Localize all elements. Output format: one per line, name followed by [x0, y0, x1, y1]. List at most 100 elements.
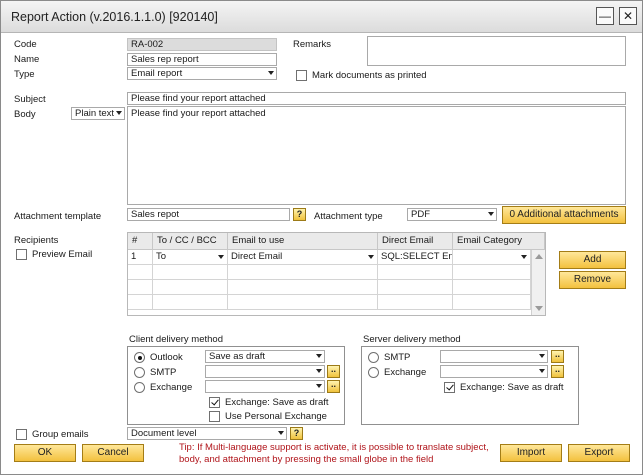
column-header-number[interactable]: #: [128, 233, 153, 250]
group-level-help-icon[interactable]: ?: [290, 427, 303, 440]
empty-cell: [453, 280, 531, 295]
attachment-template-field[interactable]: Sales repot: [127, 208, 290, 221]
subject-field[interactable]: Please find your report attached: [127, 92, 626, 105]
empty-cell: [153, 295, 228, 310]
attachment-type-dropdown[interactable]: PDF: [407, 208, 497, 221]
column-header-email-category[interactable]: Email Category: [453, 233, 545, 250]
attachment-type-value: PDF: [411, 209, 430, 220]
empty-cell: [228, 280, 378, 295]
body-label: Body: [14, 109, 36, 120]
outlook-dropdown[interactable]: Save as draft: [205, 350, 325, 363]
direct-email-cell[interactable]: SQL:SELECT En: [378, 250, 453, 265]
personal-exchange-label: Use Personal Exchange: [225, 411, 327, 422]
remarks-field[interactable]: [367, 36, 626, 66]
attachment-template-help-icon[interactable]: ?: [293, 208, 306, 221]
remove-recipient-button[interactable]: Remove: [559, 271, 626, 289]
remarks-label: Remarks: [293, 39, 332, 50]
client-smtp-dropdown[interactable]: [205, 365, 325, 378]
export-button[interactable]: Export: [568, 444, 630, 462]
preview-email-checkbox[interactable]: [16, 249, 27, 260]
attachment-type-label: Attachment type: [314, 211, 383, 222]
email-category-cell[interactable]: [453, 250, 531, 265]
chevron-down-icon: [316, 369, 322, 373]
empty-cell: [153, 280, 228, 295]
client-save-draft-label: Exchange: Save as draft: [225, 397, 329, 408]
type-value: Email report: [131, 68, 183, 79]
row-number-cell: 1: [128, 250, 153, 265]
chevron-down-icon: [488, 212, 494, 216]
chevron-down-icon: [116, 111, 122, 115]
client-smtp-radio[interactable]: [134, 367, 145, 378]
server-smtp-radio[interactable]: [368, 352, 379, 363]
outlook-value: Save as draft: [209, 351, 265, 362]
server-exchange-radio[interactable]: [368, 367, 379, 378]
ok-button[interactable]: OK: [14, 444, 76, 462]
additional-attachments-button[interactable]: 0 Additional attachments: [502, 206, 626, 224]
client-delivery-title: Client delivery method: [129, 334, 223, 345]
chevron-down-icon: [539, 369, 545, 373]
table-scrollbar[interactable]: [531, 250, 545, 315]
cancel-button[interactable]: Cancel: [82, 444, 144, 462]
chevron-down-icon: [218, 255, 224, 259]
client-exchange-browse-icon[interactable]: ..: [327, 380, 340, 393]
server-exchange-browse-icon[interactable]: ..: [551, 365, 564, 378]
group-level-value: Document level: [131, 428, 197, 439]
server-smtp-dropdown[interactable]: [440, 350, 548, 363]
outlook-label: Outlook: [150, 352, 183, 363]
type-dropdown[interactable]: Email report: [127, 67, 277, 80]
empty-cell: [228, 265, 378, 280]
minimize-icon[interactable]: —: [596, 7, 614, 25]
empty-cell: [453, 295, 531, 310]
empty-cell: [228, 295, 378, 310]
title-bar[interactable]: Report Action (v.2016.1.1.0) [920140] — …: [1, 1, 642, 33]
close-icon[interactable]: ✕: [619, 7, 637, 25]
mark-printed-label: Mark documents as printed: [312, 70, 427, 81]
to-cc-bcc-value: To: [156, 251, 167, 262]
client-exchange-radio[interactable]: [134, 382, 145, 393]
client-exchange-dropdown[interactable]: [205, 380, 325, 393]
client-smtp-browse-icon[interactable]: ..: [327, 365, 340, 378]
mark-printed-checkbox[interactable]: [296, 70, 307, 81]
code-field: RA-002: [127, 38, 277, 51]
email-to-use-cell[interactable]: Direct Email: [228, 250, 378, 265]
server-smtp-browse-icon[interactable]: ..: [551, 350, 564, 363]
chevron-down-icon: [316, 354, 322, 358]
scroll-up-icon[interactable]: [535, 254, 543, 259]
subject-label: Subject: [14, 94, 46, 105]
client-exchange-label: Exchange: [150, 382, 193, 393]
to-cc-bcc-cell[interactable]: To: [153, 250, 228, 265]
outlook-radio[interactable]: [134, 352, 145, 363]
name-label: Name: [14, 54, 40, 65]
server-exchange-dropdown[interactable]: [440, 365, 548, 378]
chevron-down-icon: [521, 255, 527, 259]
server-save-draft-checkbox[interactable]: [444, 382, 455, 393]
server-delivery-title: Server delivery method: [363, 334, 461, 345]
preview-email-label: Preview Email: [32, 249, 93, 260]
column-header-direct-email[interactable]: Direct Email: [378, 233, 453, 250]
add-recipient-button[interactable]: Add: [559, 251, 626, 269]
import-button[interactable]: Import: [500, 444, 562, 462]
personal-exchange-checkbox[interactable]: [209, 411, 220, 422]
empty-cell: [128, 295, 153, 310]
group-emails-checkbox[interactable]: [16, 429, 27, 440]
chevron-down-icon: [278, 431, 284, 435]
group-level-dropdown[interactable]: Document level: [127, 427, 287, 440]
chevron-down-icon: [368, 255, 374, 259]
column-header-to-cc-bcc[interactable]: To / CC / BCC: [153, 233, 228, 250]
chevron-down-icon: [539, 354, 545, 358]
tip-text: Tip: If Multi-language support is activa…: [179, 442, 489, 465]
client-save-draft-checkbox[interactable]: [209, 397, 220, 408]
attachment-template-label: Attachment template: [14, 211, 102, 222]
column-header-email-to-use[interactable]: Email to use: [228, 233, 378, 250]
empty-cell: [153, 265, 228, 280]
server-smtp-label: SMTP: [384, 352, 411, 363]
code-label: Code: [14, 39, 37, 50]
client-smtp-label: SMTP: [150, 367, 177, 378]
body-field[interactable]: Please find your report attached: [127, 106, 626, 205]
name-field[interactable]: Sales rep report: [127, 53, 277, 66]
body-format-dropdown[interactable]: Plain text: [71, 107, 125, 120]
recipients-label: Recipients: [14, 235, 59, 246]
type-label: Type: [14, 69, 35, 80]
empty-cell: [378, 265, 453, 280]
scroll-down-icon[interactable]: [535, 306, 543, 311]
